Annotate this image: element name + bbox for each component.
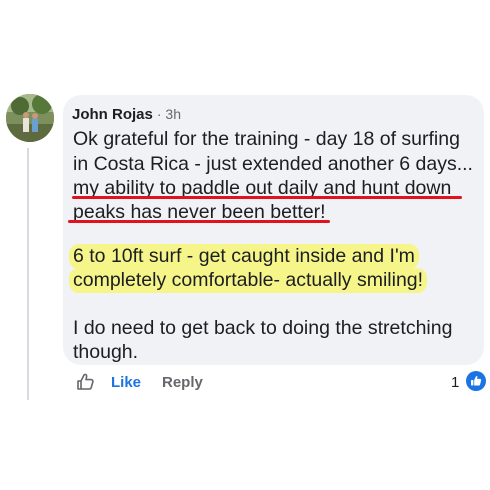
highlighted-line: completely comfortable- actually smiling… [69, 268, 428, 293]
avatar[interactable] [6, 94, 54, 142]
reaction-count[interactable]: 1 [451, 372, 459, 394]
yellow-highlight: 6 to 10ft surf - get caught inside and I… [69, 244, 419, 269]
like-outline-icon[interactable] [74, 371, 96, 393]
highlighted-line: 6 to 10ft surf - get caught inside and I… [69, 244, 419, 269]
comment-line: I do need to get back to doing the stret… [73, 317, 453, 339]
comment-header: John Rojas · 3h [72, 104, 181, 124]
timestamp[interactable]: · 3h [157, 106, 181, 122]
thread-line [27, 148, 29, 400]
red-underline [68, 220, 330, 223]
red-underline [72, 196, 462, 199]
like-button[interactable]: Like [111, 372, 141, 394]
comment-line: in Costa Rica - just extended another 6 … [73, 153, 473, 175]
yellow-highlight: completely comfortable- actually smiling… [69, 268, 428, 293]
author-name[interactable]: John Rojas [72, 106, 153, 123]
comment-line: though. [73, 341, 139, 363]
thumbs-up-badge-icon[interactable] [466, 371, 486, 391]
reply-button[interactable]: Reply [162, 372, 203, 394]
comment-line: Ok grateful for the training - day 18 of… [73, 128, 460, 150]
